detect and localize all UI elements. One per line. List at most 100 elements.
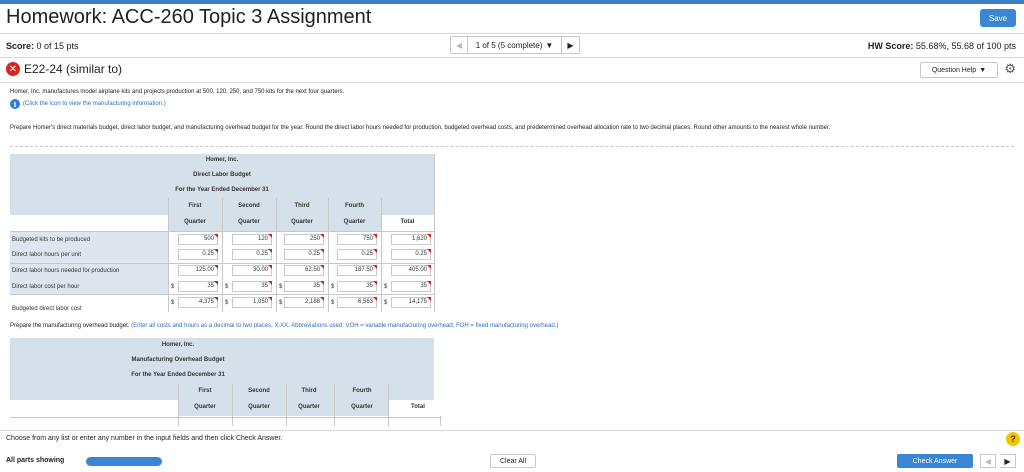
col-second-top: Second [248, 388, 270, 394]
cost-per-hour-q3-input[interactable]: 35 [284, 281, 324, 292]
row-label: Budgeted direct labor cost [12, 306, 82, 312]
hours-per-unit-q2-input[interactable]: 0.25 [232, 249, 272, 260]
col-first-top: First [198, 388, 212, 394]
budget-period: For the Year Ended December 31 [175, 187, 269, 193]
col-fourth-bottom: Quarter [351, 404, 373, 410]
score-display: Score: 0 of 15 pts [6, 41, 79, 51]
company-name: Homer, Inc. [205, 157, 239, 163]
check-answer-button[interactable]: Check Answer [897, 454, 973, 468]
hw-score: HW Score: 55.68%, 55.68 of 100 pts [868, 41, 1016, 51]
dollar-sign: $ [279, 300, 283, 306]
score-label: Score: [6, 41, 35, 51]
row-label: Direct labor hours needed for production [12, 268, 120, 274]
hours-needed-q1-input[interactable]: 125.00 [178, 265, 218, 276]
info-link[interactable]: i (Click the icon to view the manufactur… [10, 99, 166, 109]
hours-needed-q4-input[interactable]: 187.50 [337, 265, 377, 276]
hw-score-label: HW Score: [867, 41, 914, 51]
cost-per-hour-q1-input[interactable]: 35 [178, 281, 218, 292]
col-first-bottom: Quarter [184, 219, 206, 225]
question-intro: Homer, Inc. manufactures model airplane … [10, 89, 345, 95]
grid-line [10, 417, 442, 418]
chevron-left-icon: ◀ [984, 456, 992, 466]
all-parts-label: All parts showing [6, 457, 65, 464]
question-id: E22-24 (similar to) [24, 62, 123, 76]
hours-per-unit-q4-input[interactable]: 0.25 [337, 249, 377, 260]
col-third-bottom: Quarter [291, 219, 313, 225]
grid-line [388, 384, 389, 426]
labor-cost-q1-input[interactable]: 4,375 [178, 297, 218, 308]
save-button[interactable]: Save [980, 9, 1016, 27]
col-third-top: Third [294, 203, 310, 209]
kits-q2-input[interactable]: 120 [232, 234, 272, 245]
dashed-divider [10, 146, 1014, 147]
dollar-sign: $ [384, 284, 388, 290]
top-accent-bar [0, 0, 1024, 4]
grid-line [286, 384, 287, 426]
divider [0, 82, 1024, 83]
question-help-label: Question Help [931, 66, 977, 74]
cost-per-hour-q2-input[interactable]: 35 [232, 281, 272, 292]
hw-score-value: 55.68%, 55.68 of 100 pts [915, 41, 1016, 51]
row-label: Budgeted kits to be produced [12, 237, 91, 243]
prev-part-button[interactable]: ◀ [980, 454, 996, 468]
cost-per-hour-total-input[interactable]: 35 [391, 281, 431, 292]
kits-q4-input[interactable]: 750 [337, 234, 377, 245]
hours-per-unit-q3-input[interactable]: 0.25 [284, 249, 324, 260]
hours-needed-q2-input[interactable]: 30.00 [232, 265, 272, 276]
parts-progress-bar [86, 457, 162, 466]
divider [0, 57, 1024, 58]
hours-needed-q3-input[interactable]: 62.50 [284, 265, 324, 276]
dollar-sign: $ [331, 284, 335, 290]
company-name: Homer, Inc. [161, 342, 195, 348]
next-question-button[interactable]: ▶ [562, 36, 580, 54]
dollar-sign: $ [225, 284, 229, 290]
question-title: ✕ E22-24 (similar to) [6, 62, 122, 76]
row-label: Direct labor cost per hour [12, 284, 80, 290]
kits-q3-input[interactable]: 250 [284, 234, 324, 245]
prev-question-button[interactable]: ◀ [450, 36, 468, 54]
col-total: Total [400, 219, 415, 225]
col-second-bottom: Quarter [238, 219, 260, 225]
next-part-button[interactable]: ▶ [1000, 454, 1016, 468]
page-title: Homework: ACC-260 Topic 3 Assignment [6, 6, 372, 28]
kits-q1-input[interactable]: 500 [178, 234, 218, 245]
question-help-button[interactable]: Question Help ▼ [920, 62, 998, 78]
cost-per-hour-q4-input[interactable]: 35 [337, 281, 377, 292]
caret-down-icon: ▼ [545, 40, 554, 50]
labor-cost-q4-input[interactable]: 6,563 [337, 297, 377, 308]
info-icon[interactable]: i [10, 99, 20, 109]
info-link-text[interactable]: (Click the icon to view the manufacturin… [23, 101, 166, 107]
grid-line [10, 231, 434, 232]
kits-total-input[interactable]: 1,620 [391, 234, 431, 245]
col-fourth-top: Fourth [352, 388, 372, 394]
labor-cost-q2-input[interactable]: 1,050 [232, 297, 272, 308]
labor-cost-q3-input[interactable]: 2,188 [284, 297, 324, 308]
gear-icon[interactable]: ⚙ [1004, 61, 1016, 77]
hours-per-unit-q1-input[interactable]: 0.25 [178, 249, 218, 260]
dollar-sign: $ [331, 300, 335, 306]
hours-per-unit-total-input[interactable]: 0.25 [391, 249, 431, 260]
col-first-bottom: Quarter [194, 404, 216, 410]
chevron-left-icon: ◀ [455, 40, 463, 50]
help-question-icon[interactable]: ? [1006, 432, 1020, 446]
budget-name: Direct Labor Budget [193, 172, 251, 178]
col-total: Total [411, 404, 425, 410]
col-third-bottom: Quarter [298, 404, 320, 410]
dollar-sign: $ [171, 284, 175, 290]
clear-all-button[interactable]: Clear All [490, 454, 536, 468]
dollar-sign: $ [171, 300, 175, 306]
question-instructions: Prepare Homer's direct materials budget,… [10, 125, 831, 131]
overhead-lead: Prepare the manufacturing overhead budge… [10, 323, 130, 329]
row-label: Direct labor hours per unit [12, 252, 82, 258]
grid-line [10, 263, 434, 264]
col-first-top: First [188, 203, 202, 209]
dollar-sign: $ [384, 300, 388, 306]
hours-needed-total-input[interactable]: 405.00 [391, 265, 431, 276]
incorrect-x-icon: ✕ [6, 62, 20, 76]
budget-name: Manufacturing Overhead Budget [131, 357, 225, 363]
labor-cost-total-input[interactable]: 14,175 [391, 297, 431, 308]
parts-progress-fill [86, 457, 162, 466]
grid-line [434, 154, 435, 312]
grid-line [178, 384, 179, 426]
question-select[interactable]: 1 of 5 (5 complete) ▼ [468, 36, 562, 54]
